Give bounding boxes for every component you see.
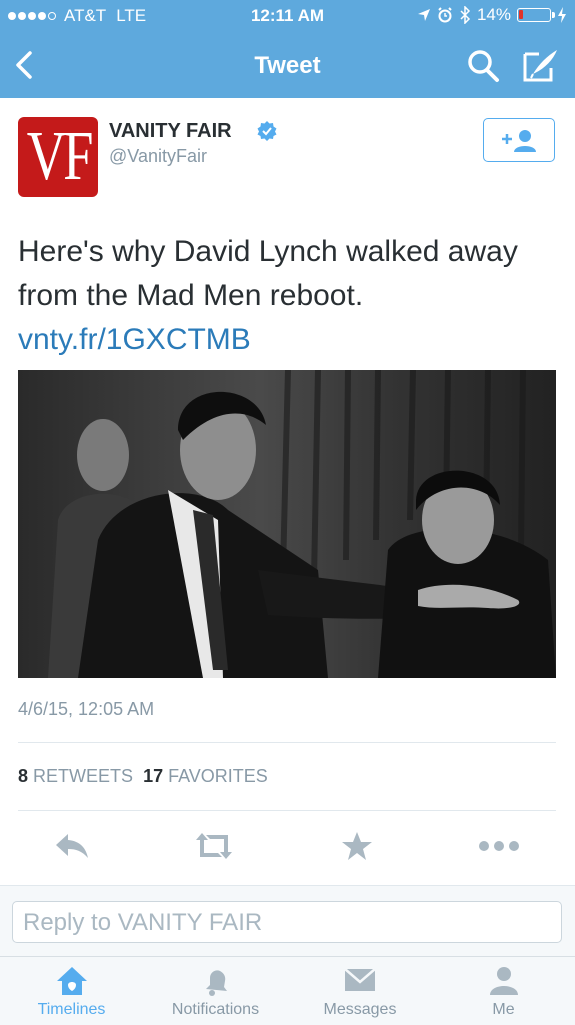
compose-button[interactable] <box>521 46 561 84</box>
battery-percent: 14% <box>476 5 511 24</box>
divider <box>18 810 556 811</box>
favorites-label[interactable]: FAVORITES <box>168 766 268 786</box>
battery-icon <box>517 8 555 22</box>
more-button[interactable] <box>477 826 521 866</box>
more-icon <box>479 841 519 851</box>
location-arrow-icon <box>417 9 430 21</box>
home-icon <box>56 967 87 995</box>
add-user-icon <box>502 130 536 152</box>
tab-bar: Timelines Notifications Messages Me <box>0 956 575 1025</box>
signal-strength-icon <box>8 12 58 20</box>
tab-label: Me <box>492 1001 515 1018</box>
tab-label: Messages <box>323 1001 397 1018</box>
charging-bolt-icon <box>558 7 566 23</box>
compose-icon <box>523 50 557 82</box>
avatar[interactable]: VF <box>18 117 98 197</box>
retweets-count[interactable]: 8 <box>18 766 28 786</box>
reply-bar: Reply to VANITY FAIR <box>0 885 575 957</box>
person-icon <box>489 967 518 995</box>
alarm-icon <box>438 7 452 23</box>
follow-button[interactable] <box>483 118 555 162</box>
network-label: LTE <box>116 6 147 25</box>
retweets-label[interactable]: RETWEETS <box>33 766 133 786</box>
carrier-label: AT&T <box>64 6 107 25</box>
navigation-bar: Tweet <box>0 34 575 98</box>
envelope-icon <box>344 968 376 991</box>
author-name[interactable]: VANITY FAIR <box>109 120 232 143</box>
tweet-photo[interactable] <box>18 370 556 678</box>
tweet-body: Here's why David Lynch walked away from … <box>18 235 518 312</box>
verified-badge-icon <box>257 121 277 141</box>
tab-timelines[interactable]: Timelines <box>0 957 143 1025</box>
reply-input[interactable]: Reply to VANITY FAIR <box>12 901 562 943</box>
tweet-text: Here's why David Lynch walked away from … <box>18 230 558 362</box>
tab-label: Timelines <box>37 1001 106 1018</box>
search-button[interactable] <box>465 48 501 84</box>
favorite-button[interactable] <box>335 826 379 866</box>
reply-icon <box>56 834 88 858</box>
favorite-icon <box>342 832 372 860</box>
divider <box>18 742 556 743</box>
reply-button[interactable] <box>50 826 94 866</box>
top-header: AT&T LTE 12:11 AM 14% Tweet <box>0 0 575 98</box>
tweet-link[interactable]: vnty.fr/1GXCTMB <box>18 323 251 356</box>
favorites-count[interactable]: 17 <box>143 766 163 786</box>
tab-notifications[interactable]: Notifications <box>143 957 288 1025</box>
tab-me[interactable]: Me <box>432 957 575 1025</box>
bell-icon <box>205 970 227 996</box>
tab-messages[interactable]: Messages <box>288 957 432 1025</box>
retweet-button[interactable] <box>192 826 236 866</box>
status-bar: AT&T LTE 12:11 AM 14% <box>0 0 575 34</box>
bluetooth-icon <box>460 6 471 24</box>
author-handle[interactable]: @VanityFair <box>109 146 207 167</box>
vanity-fair-logo: VF <box>26 118 94 195</box>
search-icon <box>468 50 499 82</box>
retweet-icon <box>196 833 232 859</box>
tweet-stats: 8 RETWEETS 17 FAVORITES <box>18 766 268 787</box>
tab-label: Notifications <box>171 1001 260 1018</box>
tweet-timestamp: 4/6/15, 12:05 AM <box>18 699 155 719</box>
photo-image <box>18 370 556 678</box>
